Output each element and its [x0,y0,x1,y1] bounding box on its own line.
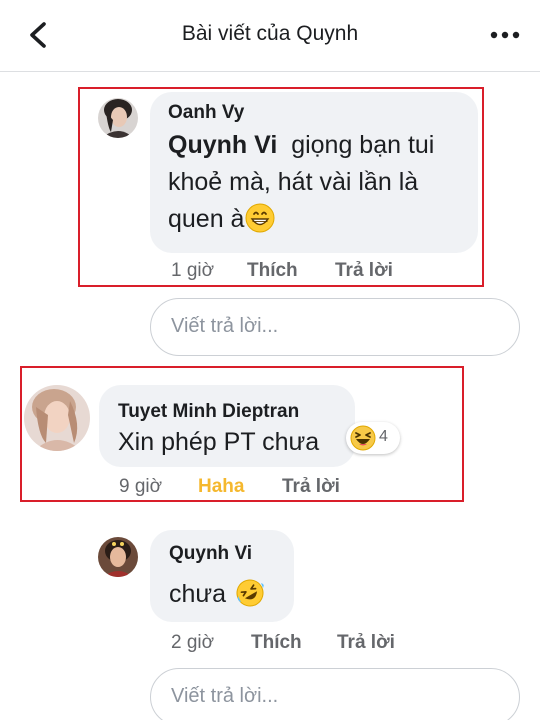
reply-button[interactable]: Trả lời [282,476,340,498]
avatar[interactable] [24,385,90,451]
avatar[interactable] [98,537,138,577]
reply-button[interactable]: Trả lời [337,632,395,654]
comment-text: Xin phép PT chưa [118,428,320,456]
comment-text: Quynh Vi giọng bạn tui khoẻ mà, hát vài … [168,131,435,233]
reply-input[interactable]: Viết trả lời... [150,298,520,356]
reply-button[interactable]: Trả lời [335,260,393,282]
comment-author[interactable]: Tuyet Minh Dieptran [118,401,299,423]
reply-input-placeholder: Viết trả lời... [171,685,279,707]
comment-author[interactable]: Oanh Vy [168,102,244,124]
grinning-face-icon [245,203,275,233]
top-bar: Bài viết của Quynh [0,0,540,72]
rolling-on-floor-laughing-icon [236,579,264,607]
haha-reaction-icon [350,425,376,451]
haha-reaction-button[interactable]: Haha [198,476,244,498]
avatar[interactable] [98,98,138,138]
like-button[interactable]: Thích [247,260,298,282]
more-options-icon[interactable] [488,24,522,46]
comment-time: 2 giờ [171,632,215,653]
comment-time: 9 giờ [119,476,163,497]
comment-author[interactable]: Quynh Vi [169,543,252,565]
mention-link[interactable]: Quynh Vi [168,131,277,159]
reply-input-placeholder: Viết trả lời... [171,315,279,337]
comment-text: chưa [169,576,265,613]
like-button[interactable]: Thích [251,632,302,654]
reaction-count: 4 [379,428,388,445]
comment-time: 1 giờ [171,260,215,281]
page-title: Bài viết của Quynh [181,22,359,45]
reply-input[interactable]: Viết trả lời... [150,668,520,720]
reaction-badge[interactable]: 4 [346,422,400,454]
